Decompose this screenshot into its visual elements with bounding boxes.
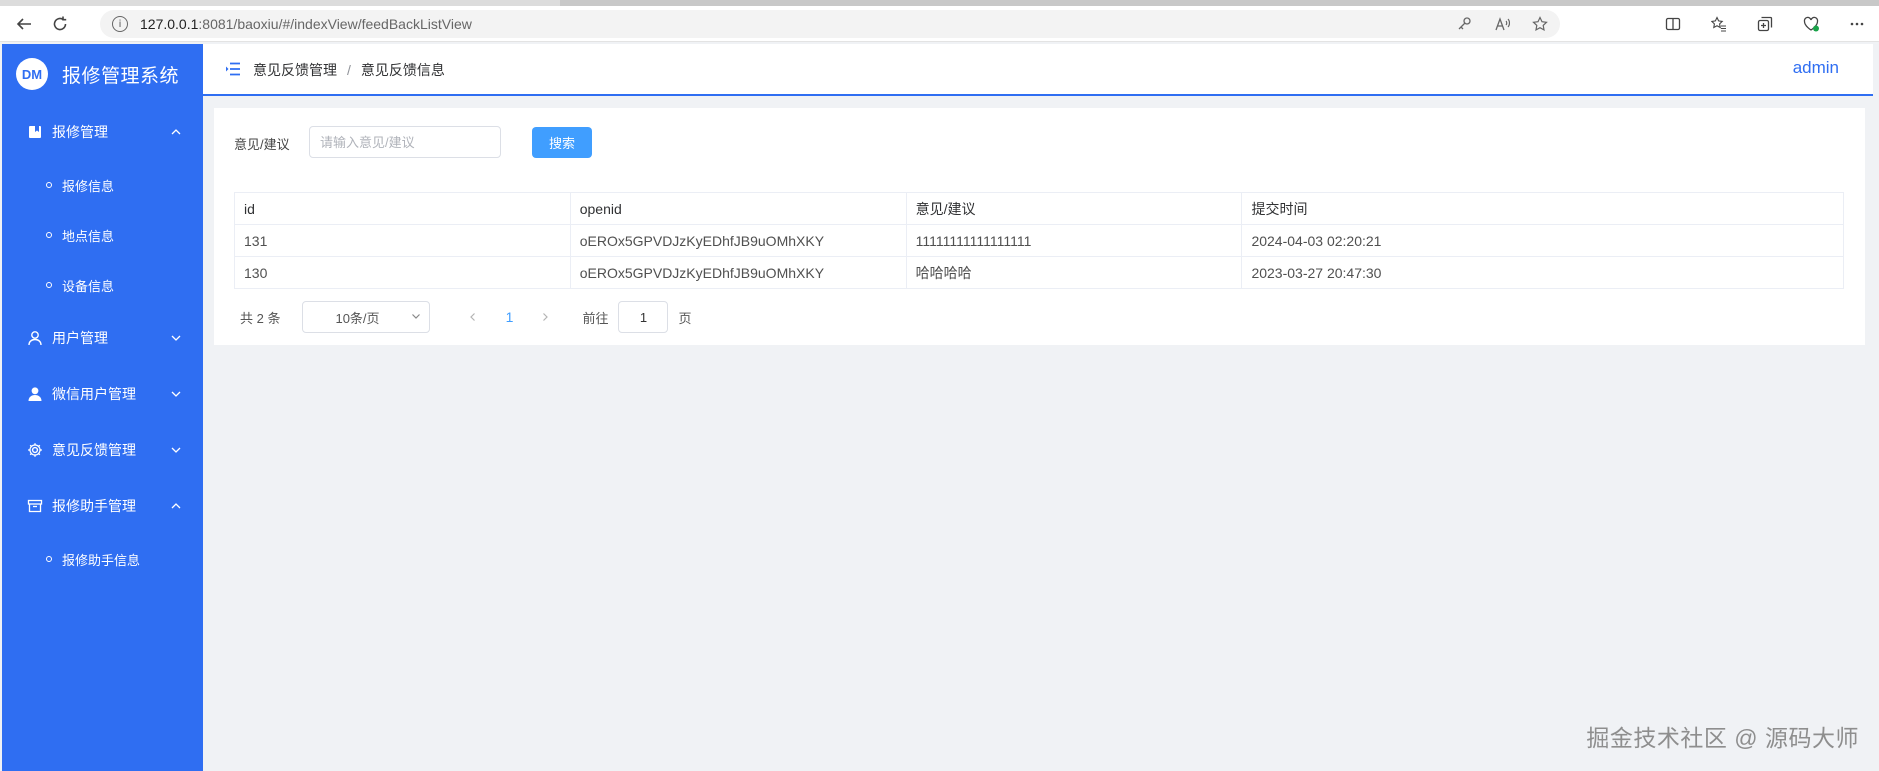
pagination-total: 共 2 条 xyxy=(240,310,281,326)
goto-label: 前往 xyxy=(582,310,609,326)
address-bar[interactable]: i 127.0.0.1:8081/baoxiu/#/indexView/feed… xyxy=(100,10,1560,38)
top-header: 意见反馈管理 / 意见反馈信息 admin xyxy=(203,44,1873,96)
page-number-1[interactable]: 1 xyxy=(494,302,524,332)
favorites-icon[interactable] xyxy=(1709,14,1729,34)
prev-page-button[interactable] xyxy=(458,302,488,332)
read-aloud-icon[interactable] xyxy=(1492,14,1512,34)
breadcrumb-item-feedback-info: 意见反馈信息 xyxy=(360,62,445,78)
page-size-select[interactable]: 10条/页 xyxy=(302,301,431,333)
sidebar-group-label: 报修管理 xyxy=(52,124,108,140)
chevron-up-icon xyxy=(169,499,183,513)
breadcrumb-separator: / xyxy=(347,62,351,78)
table-header-row: id openid 意见/建议 提交时间 xyxy=(234,192,1844,225)
url-host: 127.0.0.1 xyxy=(140,16,199,32)
goto-page-input[interactable] xyxy=(618,301,669,333)
more-options-icon[interactable] xyxy=(1847,14,1867,34)
feedback-table: id openid 意见/建议 提交时间 131 oEROx5GPVDJzKyE… xyxy=(234,192,1844,289)
sidebar-group-feedback-management[interactable]: 意见反馈管理 xyxy=(2,422,203,478)
page-size-value: 10条/页 xyxy=(335,310,380,326)
chevron-down-icon xyxy=(169,331,183,345)
chevron-down-icon xyxy=(169,387,183,401)
info-icon[interactable]: i xyxy=(112,16,128,32)
sidebar-group-label: 用户管理 xyxy=(52,330,108,346)
cell-id: 130 xyxy=(234,256,571,289)
brand[interactable]: DM 报修管理系统 xyxy=(2,44,203,104)
favorite-star-icon[interactable] xyxy=(1530,14,1550,34)
collections-icon[interactable] xyxy=(1755,14,1775,34)
bullet-icon xyxy=(46,556,52,562)
table-row[interactable]: 130 oEROx5GPVDJzKyEDhfJB9uOMhXKY 哈哈哈哈 20… xyxy=(234,256,1844,289)
search-label: 意见/建议 xyxy=(234,137,290,152)
sidebar-group-repair-assistant-management[interactable]: 报修助手管理 xyxy=(2,478,203,534)
bullet-icon xyxy=(46,232,52,238)
sidebar-item-label: 地点信息 xyxy=(62,228,115,244)
sidebar-item-repair-assistant-info[interactable]: 报修助手信息 xyxy=(2,534,203,584)
cell-submit-time: 2024-04-03 02:20:21 xyxy=(1241,224,1844,257)
sidebar-group-label: 报修助手管理 xyxy=(52,498,136,514)
sidebar: DM 报修管理系统 报修管理 报修信息 地点信息 设备信息 用户管理 微信用户管… xyxy=(2,44,203,771)
url-path: :8081/baoxiu/#/indexView/feedBackListVie… xyxy=(198,16,472,32)
sidebar-item-location-info[interactable]: 地点信息 xyxy=(2,210,203,260)
sidebar-group-wechat-user-management[interactable]: 微信用户管理 xyxy=(2,366,203,422)
cell-suggestion: 哈哈哈哈 xyxy=(905,256,1243,289)
column-header-id: id xyxy=(234,192,571,225)
sidebar-group-repair-management[interactable]: 报修管理 xyxy=(2,104,203,160)
main-content: 意见反馈管理 / 意见反馈信息 admin 意见/建议 搜索 id openid… xyxy=(203,44,1879,771)
sidebar-item-repair-info[interactable]: 报修信息 xyxy=(2,160,203,210)
user-filled-icon xyxy=(26,385,44,403)
breadcrumb: 意见反馈管理 / 意见反馈信息 xyxy=(253,60,445,80)
search-button[interactable]: 搜索 xyxy=(532,127,592,158)
user-menu[interactable]: admin xyxy=(1793,58,1839,78)
back-icon[interactable] xyxy=(10,10,38,38)
box-icon xyxy=(26,497,44,515)
cell-openid: oEROx5GPVDJzKyEDhfJB9uOMhXKY xyxy=(569,256,907,289)
key-icon[interactable] xyxy=(1454,14,1474,34)
chevron-left-icon xyxy=(470,313,476,321)
page-suffix-label: 页 xyxy=(678,310,692,326)
chevron-up-icon xyxy=(169,125,183,139)
gear-icon xyxy=(26,441,44,459)
cell-submit-time: 2023-03-27 20:47:30 xyxy=(1241,256,1844,289)
brand-title: 报修管理系统 xyxy=(62,65,180,87)
split-screen-icon[interactable] xyxy=(1663,14,1683,34)
sidebar-group-label: 微信用户管理 xyxy=(52,386,136,402)
breadcrumb-item-feedback-management[interactable]: 意见反馈管理 xyxy=(253,60,337,80)
next-page-button[interactable] xyxy=(530,302,560,332)
table-row[interactable]: 131 oEROx5GPVDJzKyEDhfJB9uOMhXKY 1111111… xyxy=(234,224,1844,257)
sidebar-item-device-info[interactable]: 设备信息 xyxy=(2,260,203,310)
sidebar-group-user-management[interactable]: 用户管理 xyxy=(2,310,203,366)
sidebar-item-label: 报修助手信息 xyxy=(62,552,141,568)
reload-icon[interactable] xyxy=(46,10,74,38)
sidebar-item-label: 设备信息 xyxy=(62,278,115,294)
user-icon xyxy=(26,329,44,347)
pagination: 共 2 条 10条/页 1 前往 页 xyxy=(234,301,692,333)
cell-openid: oEROx5GPVDJzKyEDhfJB9uOMhXKY xyxy=(569,224,907,257)
search-input[interactable] xyxy=(309,126,501,158)
cell-id: 131 xyxy=(234,224,571,257)
sidebar-group-label: 意见反馈管理 xyxy=(52,442,136,458)
feedback-card: 意见/建议 搜索 id openid 意见/建议 提交时间 131 oEROx5… xyxy=(214,108,1865,345)
cell-suggestion: 11111111111111111 xyxy=(905,224,1243,257)
watermark: 掘金技术社区 @ 源码大师 xyxy=(1586,725,1859,751)
bullet-icon xyxy=(46,282,52,288)
bookmark-icon xyxy=(26,123,44,141)
sidebar-item-label: 报修信息 xyxy=(62,178,115,194)
chevron-down-icon xyxy=(411,311,421,324)
chevron-down-icon xyxy=(169,443,183,457)
brand-logo: DM xyxy=(16,58,48,90)
chevron-right-icon xyxy=(543,313,549,321)
browser-toolbar: i 127.0.0.1:8081/baoxiu/#/indexView/feed… xyxy=(0,6,1879,42)
column-header-submit-time: 提交时间 xyxy=(1241,192,1844,225)
column-header-openid: openid xyxy=(569,192,907,225)
browser-essentials-icon[interactable] xyxy=(1801,14,1821,34)
menu-fold-icon[interactable] xyxy=(225,62,241,76)
column-header-suggestion: 意见/建议 xyxy=(905,192,1243,225)
bullet-icon xyxy=(46,182,52,188)
